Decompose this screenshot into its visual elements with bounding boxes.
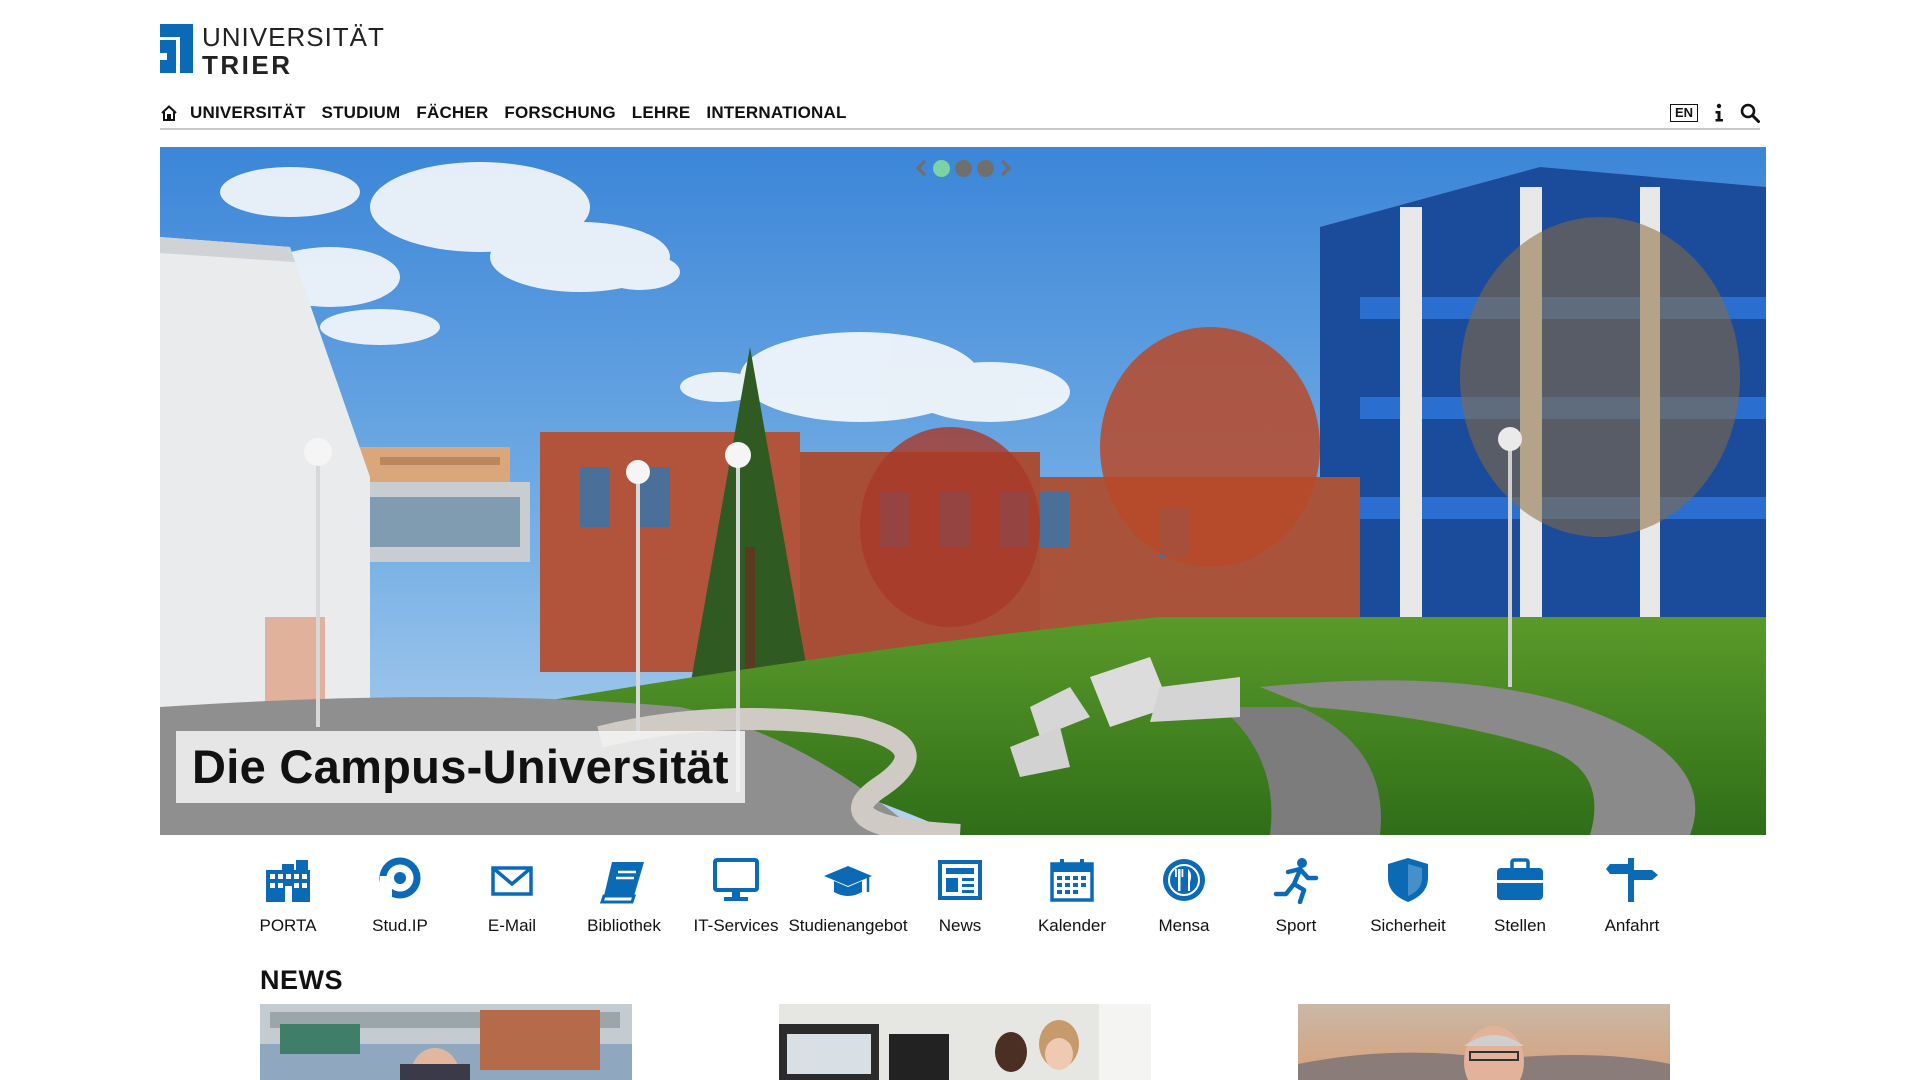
quicklink-label: PORTA — [259, 916, 317, 935]
quicklink-label: Bibliothek — [587, 916, 661, 935]
news-image-3 — [1298, 1004, 1670, 1080]
quicklink-label: Sicherheit — [1370, 916, 1446, 935]
chevron-left-icon[interactable] — [914, 158, 928, 178]
shield-icon — [1388, 858, 1428, 902]
quicklink-label: E-Mail — [487, 916, 537, 935]
quicklink-label: Sport — [1275, 916, 1317, 935]
quicklink-kalender[interactable]: Kalender — [1016, 856, 1128, 936]
quicklink-label: Mensa — [1158, 916, 1210, 935]
info-icon[interactable] — [1712, 103, 1726, 123]
quicklink-stellen[interactable]: Stellen — [1464, 856, 1576, 936]
quicklink-porta[interactable]: PORTA — [232, 856, 344, 936]
news-card-2[interactable] — [779, 1004, 1151, 1080]
nav-item-forschung[interactable]: FORSCHUNG — [504, 103, 615, 123]
calendar-icon — [1050, 859, 1094, 902]
quicklink-label: Stellen — [1494, 916, 1546, 935]
chevron-right-icon[interactable] — [999, 158, 1013, 178]
signpost-icon — [1606, 858, 1658, 902]
mail-icon — [491, 866, 533, 896]
quicklink-label: Kalender — [1037, 916, 1107, 935]
monitor-icon — [713, 858, 759, 901]
logo-text-line2: TRIER — [202, 50, 293, 80]
page: UNIVERSITÄT TRIER UNIVERSITÄT STUDIUM FÄ… — [0, 0, 1920, 1080]
quicklink-sport[interactable]: Sport — [1240, 856, 1352, 936]
quicklink-news[interactable]: News — [904, 856, 1016, 936]
quicklink-studip[interactable]: Stud.IP — [344, 856, 456, 936]
news-heading: NEWS — [260, 965, 343, 995]
home-icon[interactable] — [160, 104, 178, 122]
newspaper-icon — [938, 860, 982, 900]
slider-controls — [914, 158, 1013, 178]
language-switch-button[interactable]: EN — [1669, 104, 1698, 122]
graduation-cap-icon — [824, 866, 872, 896]
main-navigation: UNIVERSITÄT STUDIUM FÄCHER FORSCHUNG LEH… — [160, 98, 1760, 130]
logo-mark-icon — [160, 24, 193, 73]
building-icon — [266, 860, 310, 902]
hero-caption[interactable]: Die Campus-Universität — [176, 731, 745, 803]
quicklinks-bar: PORTA Stud.IP E-Mail Bibliothek IT-Servi… — [232, 856, 1688, 936]
slider-dot-1[interactable] — [933, 159, 950, 177]
quicklink-mensa[interactable]: Mensa — [1128, 856, 1240, 936]
quicklink-studienangebot[interactable]: Studienangebot — [788, 856, 908, 936]
logo-text-line1: UNIVERSITÄT — [202, 22, 385, 52]
search-icon[interactable] — [1740, 103, 1760, 123]
quicklink-email[interactable]: E-Mail — [456, 856, 568, 936]
news-card-3[interactable] — [1298, 1004, 1670, 1080]
slider-dot-3[interactable] — [977, 159, 994, 177]
nav-item-universitaet[interactable]: UNIVERSITÄT — [190, 103, 306, 123]
quicklink-sicherheit[interactable]: Sicherheit — [1352, 856, 1464, 936]
nav-utilities: EN — [1669, 103, 1760, 123]
quicklink-label: News — [938, 916, 982, 935]
news-image-2 — [779, 1004, 1151, 1080]
news-image-1 — [260, 1004, 632, 1080]
quicklink-label: Studienangebot — [788, 916, 908, 935]
studip-icon — [379, 857, 421, 904]
quicklink-anfahrt[interactable]: Anfahrt — [1576, 856, 1688, 936]
nav-item-faecher[interactable]: FÄCHER — [416, 103, 488, 123]
hero-slider[interactable]: Die Campus-Universität — [160, 147, 1766, 835]
briefcase-icon — [1497, 858, 1543, 900]
quicklink-label: IT-Services — [693, 916, 779, 935]
news-card-1[interactable] — [260, 1004, 632, 1080]
nav-item-international[interactable]: INTERNATIONAL — [706, 103, 846, 123]
cutlery-icon — [1163, 859, 1205, 901]
nav-item-lehre[interactable]: LEHRE — [632, 103, 691, 123]
book-icon — [599, 862, 644, 904]
quicklink-it-services[interactable]: IT-Services — [680, 856, 792, 936]
quicklink-bibliothek[interactable]: Bibliothek — [568, 856, 680, 936]
quicklink-label: Stud.IP — [372, 916, 428, 935]
university-logo[interactable]: UNIVERSITÄT TRIER — [160, 24, 385, 78]
slider-dot-2[interactable] — [955, 159, 972, 177]
quicklink-label: Anfahrt — [1604, 916, 1660, 935]
running-icon — [1273, 858, 1319, 904]
nav-item-studium[interactable]: STUDIUM — [322, 103, 401, 123]
